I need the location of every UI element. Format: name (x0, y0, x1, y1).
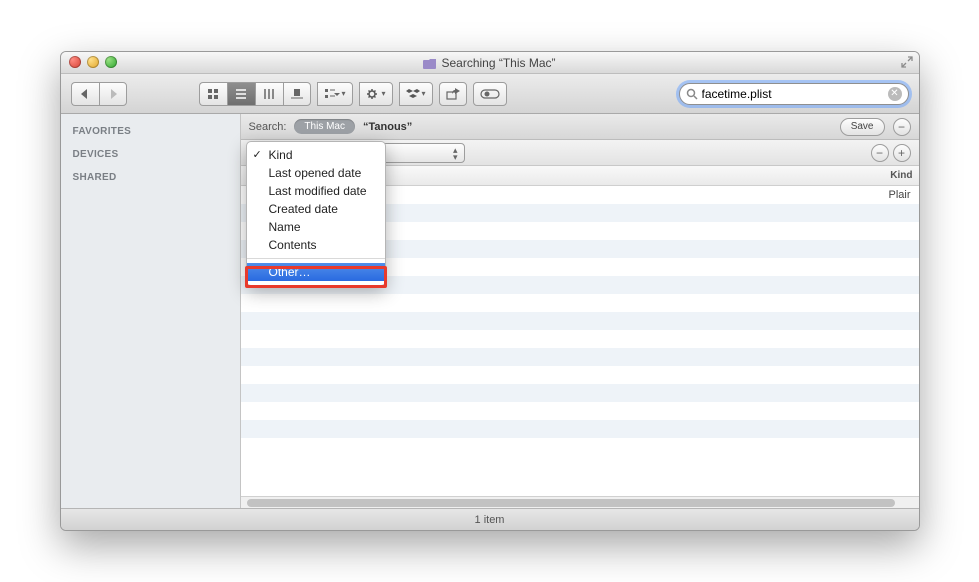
quicklook-button[interactable] (473, 82, 507, 106)
zoom-button[interactable] (105, 56, 117, 68)
arrange-button[interactable]: ▾ (317, 82, 353, 106)
search-scope-bar: Search: This Mac “Tanous” Save − (241, 114, 919, 140)
clear-search-button[interactable]: ✕ (888, 87, 902, 101)
window-title: Searching “This Mac” (61, 56, 919, 70)
sidebar-shared[interactable]: SHARED (61, 166, 240, 189)
sidebar-favorites[interactable]: FAVORITES (61, 120, 240, 143)
add-criteria-button[interactable]: + (893, 144, 911, 162)
menu-item-contents[interactable]: Contents (247, 236, 385, 254)
remove-criteria-row-button[interactable]: − (893, 118, 911, 136)
action-group: ▾ (359, 82, 393, 106)
check-icon: ✓ (253, 148, 262, 161)
status-bar: 1 item (61, 508, 919, 530)
sidebar-devices[interactable]: DEVICES (61, 143, 240, 166)
traffic-lights (69, 56, 117, 68)
list-view-button[interactable] (227, 82, 255, 106)
nav-group (71, 82, 127, 106)
column-kind[interactable]: Kind (890, 170, 912, 181)
close-button[interactable] (69, 56, 81, 68)
menu-item-other[interactable]: Other… (247, 263, 385, 281)
chevron-down-icon: ▾ (422, 89, 426, 98)
window-title-text: Searching “This Mac” (441, 56, 555, 70)
result-row (241, 312, 919, 330)
action-button[interactable]: ▾ (359, 82, 393, 106)
search-label: Search: (249, 121, 287, 133)
criteria-buttons: − + (871, 144, 911, 162)
dropbox-group: ▾ (399, 82, 433, 106)
chevron-down-icon: ▾ (382, 89, 386, 98)
arrange-group: ▾ (317, 82, 353, 106)
result-row (241, 420, 919, 438)
coverflow-view-button[interactable] (283, 82, 311, 106)
forward-button[interactable] (99, 82, 127, 106)
titlebar: Searching “This Mac” (61, 52, 919, 74)
criteria-attribute-menu: ✓Kind Last opened date Last modified dat… (246, 141, 386, 286)
result-row (241, 348, 919, 366)
result-row (241, 294, 919, 312)
icon-view-button[interactable] (199, 82, 227, 106)
back-button[interactable] (71, 82, 99, 106)
share-button[interactable] (439, 82, 467, 106)
column-view-button[interactable] (255, 82, 283, 106)
scope-folder[interactable]: “Tanous” (363, 121, 412, 133)
result-row (241, 366, 919, 384)
dropbox-button[interactable]: ▾ (399, 82, 433, 106)
menu-item-last-opened[interactable]: Last opened date (247, 164, 385, 182)
fullscreen-icon[interactable] (901, 56, 913, 71)
criteria-value-select[interactable]: ▴▾ (375, 143, 465, 163)
folder-icon (423, 57, 437, 69)
result-row (241, 402, 919, 420)
item-count: 1 item (475, 514, 505, 526)
scrollbar-thumb[interactable] (247, 499, 895, 507)
menu-item-created[interactable]: Created date (247, 200, 385, 218)
remove-criteria-button[interactable]: − (871, 144, 889, 162)
menu-item-kind[interactable]: ✓Kind (247, 146, 385, 164)
horizontal-scrollbar[interactable] (241, 496, 919, 508)
menu-item-last-modified[interactable]: Last modified date (247, 182, 385, 200)
toolbar: ▾ ▾ ▾ ✕ (61, 74, 919, 114)
menu-separator (247, 258, 385, 259)
result-row (241, 384, 919, 402)
search-icon (686, 88, 698, 100)
scope-this-mac[interactable]: This Mac (294, 119, 355, 134)
view-group (199, 82, 311, 106)
save-search-button[interactable]: Save (840, 118, 885, 136)
result-kind: Plair (888, 189, 910, 201)
result-row (241, 330, 919, 348)
window-body: FAVORITES DEVICES SHARED Search: This Ma… (61, 114, 919, 508)
result-row (241, 438, 919, 456)
search-input[interactable] (698, 87, 888, 101)
minimize-button[interactable] (87, 56, 99, 68)
finder-window: Searching “This Mac” ▾ ▾ ▾ (60, 51, 920, 531)
sidebar: FAVORITES DEVICES SHARED (61, 114, 241, 508)
chevron-down-icon: ▾ (342, 89, 346, 98)
menu-item-name[interactable]: Name (247, 218, 385, 236)
search-field[interactable]: ✕ (679, 83, 909, 105)
updown-icon: ▴▾ (453, 147, 458, 161)
